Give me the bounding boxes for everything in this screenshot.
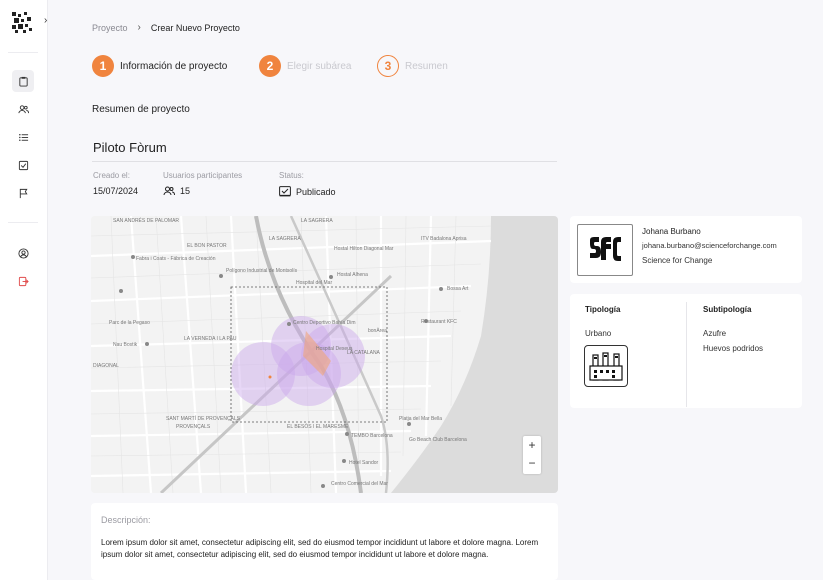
sidebar-item-users[interactable] [12, 98, 34, 120]
map-label: SAN ANDRÉS DE PALOMAR [113, 218, 180, 224]
map-label: Fabra i Coats - Fábrica de Creación [136, 256, 216, 262]
users-meta: Usuarios participantes 15 [163, 171, 242, 196]
sidebar-item-projects[interactable] [12, 70, 34, 92]
typology-header: Tipología [585, 305, 621, 314]
profile-icon [17, 247, 29, 259]
zoom-control: + − [523, 436, 541, 474]
typology-divider [686, 302, 687, 407]
step-3[interactable]: 3 Resumen [377, 55, 448, 77]
checkbox-icon [18, 160, 28, 170]
created-value: 15/07/2024 [93, 186, 139, 196]
step-label: Elegir subárea [287, 60, 352, 72]
map-label: Platja del Mar Bella [399, 416, 443, 422]
users-value: 15 [180, 186, 191, 196]
organization-card: Johana Burbano johana.burbano@sciencefor… [570, 216, 802, 283]
step-number: 3 [377, 55, 399, 77]
sidebar-item-reports[interactable] [12, 182, 34, 204]
map-label: EL BON PASTOR [187, 243, 227, 249]
map-label: Hospital del Mar [296, 280, 333, 286]
sidebar-divider [8, 222, 38, 223]
map-label: EL BESÒS I EL MARESME [287, 424, 349, 430]
description-text: Lorem ipsum dolor sit amet, consectetur … [101, 538, 539, 559]
map-label: DIAGONAL [93, 363, 119, 369]
created-label: Creado el: [93, 171, 130, 180]
map[interactable]: SAN ANDRÉS DE PALOMAR EL BON PASTOR Fabr… [91, 216, 558, 493]
logout-icon [18, 276, 29, 286]
map-label: Parc de la Pegaso [109, 320, 150, 326]
users-icon [17, 104, 29, 113]
map-label: Polígono Industrial de Montsolís [226, 268, 298, 274]
sfc-logo-icon [590, 237, 621, 261]
sidebar-item-profile[interactable] [12, 242, 34, 264]
map-label: LA SAGRERA [269, 236, 301, 242]
map-label: Nau Bostik [113, 342, 138, 348]
title-divider [92, 161, 557, 162]
organization-company: Science for Change [642, 256, 713, 265]
sidebar: › [0, 0, 48, 580]
sidebar-divider [8, 52, 38, 53]
sidebar-item-logout[interactable] [12, 270, 34, 292]
subtypology-item: Huevos podridos [703, 344, 764, 353]
sidebar-item-list[interactable] [12, 126, 34, 148]
organization-contact-name: Johana Burbano [642, 227, 701, 236]
description-label: Descripción: [101, 515, 151, 525]
organization-logo [577, 224, 633, 276]
users-icon [163, 186, 175, 196]
map-label: Hostal Hilton Diagonal Mar [334, 246, 394, 252]
map-label: Hotel Sandor [349, 460, 379, 466]
step-number: 2 [259, 55, 281, 77]
map-label: Centro Deportivo Bahía Dim [293, 320, 356, 326]
logo-icon[interactable] [11, 11, 33, 33]
description-card: Descripción: Lorem ipsum dolor sit amet,… [91, 503, 558, 580]
flag-icon [19, 188, 28, 198]
subtypology-header: Subtipología [703, 305, 752, 314]
project-name: Piloto Fòrum [93, 140, 167, 155]
step-label: Resumen [405, 60, 448, 72]
map-label: LA SAGRERA [301, 218, 333, 224]
typology-card: Tipología Urbano Subtipología Azufre Hue… [570, 294, 802, 408]
breadcrumb-current: Crear Nuevo Proyecto [150, 22, 240, 33]
step-number: 1 [92, 55, 114, 77]
status-meta: Status: Publicado [279, 171, 336, 197]
created-meta: Creado el: 15/07/2024 [93, 171, 138, 196]
sidebar-expand-icon[interactable]: › [44, 15, 47, 26]
step-label: Información de proyecto [120, 60, 228, 72]
map-label: bonÀrea [368, 328, 387, 334]
map-label: ITV Badalona Aprisa [421, 236, 467, 242]
breadcrumb: Proyecto › Crear Nuevo Proyecto [92, 22, 240, 33]
clipboard-icon [18, 76, 28, 87]
map-label: Restaurant KFC [421, 319, 457, 325]
step-1[interactable]: 1 Información de proyecto [92, 55, 227, 77]
map-label: PROVENÇALS [176, 424, 211, 430]
status-value: Publicado [296, 186, 336, 197]
map-label: Centro Comercial del Mar [331, 481, 388, 487]
factory-icon [589, 352, 623, 381]
section-title: Resumen de proyecto [92, 104, 190, 115]
map-label: Hostal Alhena [337, 272, 368, 278]
map-label: Bossa Art [447, 286, 469, 292]
status-label: Status: [279, 171, 304, 180]
zoom-out-button[interactable]: − [523, 454, 541, 472]
map-label: LA VERNEDA I LA PAU [184, 336, 237, 342]
zoom-in-button[interactable]: + [523, 436, 541, 454]
organization-email[interactable]: johana.burbano@scienceforchange.com [642, 241, 777, 250]
subtypology-item: Azufre [703, 329, 727, 338]
breadcrumb-separator: › [137, 22, 141, 33]
breadcrumb-root[interactable]: Proyecto [92, 23, 128, 33]
typology-value: Urbano [585, 329, 612, 338]
map-label: SANT MARTÍ DE PROVENÇALS [166, 416, 240, 422]
map-label: TEMBO Barcelona [351, 433, 393, 439]
users-label: Usuarios participantes [163, 171, 243, 180]
map-label: LA CATALANA [347, 350, 380, 356]
typology-icon-box [584, 345, 628, 387]
published-check-icon [279, 186, 291, 197]
sidebar-item-tasks[interactable] [12, 154, 34, 176]
step-2[interactable]: 2 Elegir subárea [259, 55, 351, 77]
map-label: Go Beach Club Barcelona [409, 437, 467, 443]
list-icon [18, 133, 28, 141]
